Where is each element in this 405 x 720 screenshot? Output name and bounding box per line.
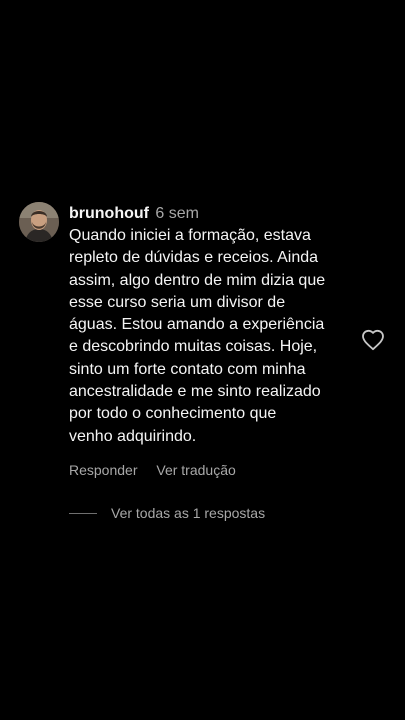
comment-text-line: sinto um forte contato com minha — [69, 360, 306, 378]
user-avatar-icon — [19, 202, 59, 242]
comment-text-line: por todo o conhecimento que — [69, 405, 277, 423]
comment-text-line: águas. Estou amando a experiência — [69, 316, 325, 334]
comment-item: brunohouf 6 sem Quando iniciei a formaçã… — [0, 0, 405, 720]
avatar[interactable] — [19, 202, 59, 242]
comment-header: brunohouf 6 sem — [69, 203, 351, 225]
comment-text-line: venho adquirindo. — [69, 427, 197, 445]
username[interactable]: brunohouf — [69, 205, 149, 222]
see-translation-button[interactable]: Ver tradução — [156, 462, 235, 478]
comment-text-line: assim, algo dentro de mim dizia que — [69, 271, 326, 289]
view-replies-button[interactable]: Ver todas as 1 respostas — [69, 503, 265, 523]
comment-actions: Responder Ver tradução — [69, 461, 236, 479]
view-replies-label: Ver todas as 1 respostas — [111, 505, 266, 521]
like-button[interactable] — [361, 329, 385, 351]
comment-text: Quando iniciei a formação, estava replet… — [69, 225, 351, 448]
comment-text-line: Quando iniciei a formação, estava — [69, 227, 311, 244]
comment-text-line: esse curso seria um divisor de — [69, 293, 286, 311]
comment-body: brunohouf 6 sem Quando iniciei a formaçã… — [69, 203, 351, 448]
comment-text-line: repleto de dúvidas e receios. Ainda — [69, 249, 319, 267]
timestamp: 6 sem — [155, 205, 199, 222]
comment-text-line: e descobrindo muitas coisas. Hoje, — [69, 338, 318, 356]
comment-text-line: ancestralidade e me sinto realizado — [69, 383, 321, 401]
heart-outline-icon — [362, 329, 384, 351]
replies-divider — [69, 512, 97, 514]
reply-button[interactable]: Responder — [69, 462, 138, 478]
